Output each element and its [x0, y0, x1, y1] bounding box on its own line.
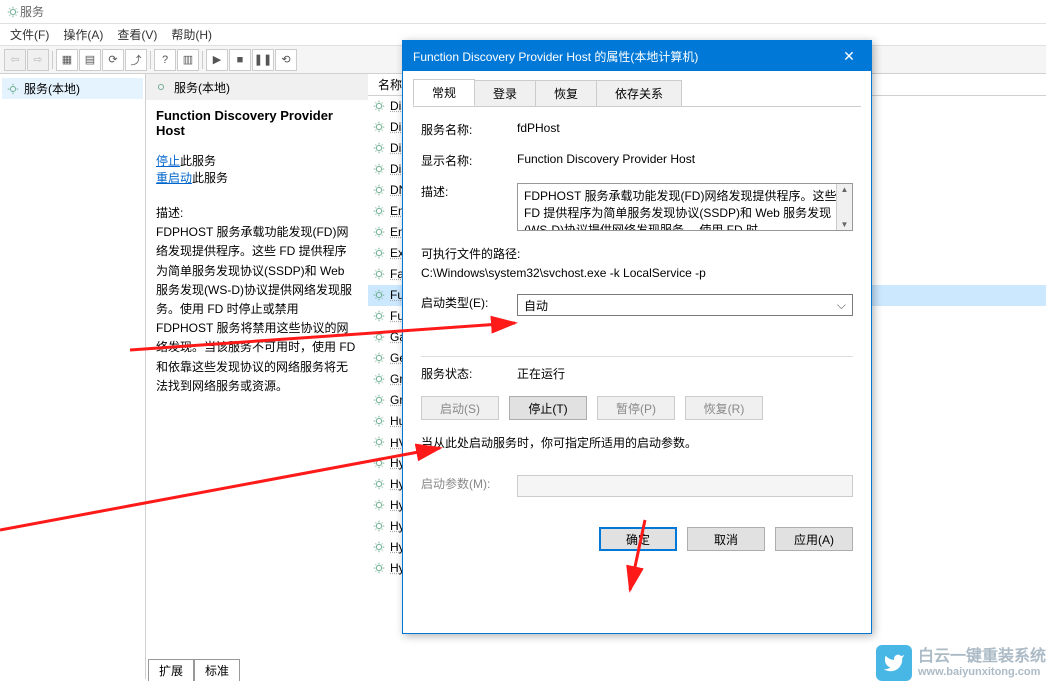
- gear-icon: [372, 435, 386, 449]
- help-button[interactable]: ?: [154, 49, 176, 71]
- gear-icon: [372, 99, 386, 113]
- gear-icon: [372, 414, 386, 428]
- gear-icon: [372, 351, 386, 365]
- tab-recovery[interactable]: 恢复: [535, 80, 597, 107]
- start-params-label: 启动参数(M):: [421, 475, 517, 492]
- menu-help[interactable]: 帮助(H): [165, 24, 218, 45]
- service-status-value: 正在运行: [517, 365, 853, 382]
- window-title-bar: 服务: [0, 0, 1046, 24]
- play-button[interactable]: ▶: [206, 49, 228, 71]
- gear-icon: [372, 477, 386, 491]
- exe-path-value: C:\Windows\system32\svchost.exe -k Local…: [421, 266, 853, 280]
- gear-icon: [372, 561, 386, 575]
- properties-dialog: Function Discovery Provider Host 的属性(本地计…: [402, 40, 872, 634]
- watermark: 白云一键重装系统 www.baiyunxitong.com: [876, 645, 1046, 681]
- pause-button: 暂停(P): [597, 396, 675, 420]
- gear-icon: [372, 204, 386, 218]
- gear-icon: [372, 498, 386, 512]
- gear-icon: [372, 183, 386, 197]
- menu-view[interactable]: 查看(V): [111, 24, 163, 45]
- cancel-button[interactable]: 取消: [687, 527, 765, 551]
- ok-button[interactable]: 确定: [599, 527, 677, 551]
- gear-icon: [372, 162, 386, 176]
- detail-panel: 服务(本地) Function Discovery Provider Host …: [146, 74, 368, 679]
- tab-general[interactable]: 常规: [413, 79, 475, 106]
- service-name-value: fdPHost: [517, 121, 853, 135]
- start-params-input: [517, 475, 853, 497]
- gear-icon: [372, 540, 386, 554]
- display-name-value: Function Discovery Provider Host: [517, 152, 853, 166]
- stop-service-link[interactable]: 停止: [156, 154, 180, 168]
- gear-icon: [372, 330, 386, 344]
- export-button[interactable]: ⤴: [125, 49, 147, 71]
- desc-label: 描述:: [421, 183, 517, 200]
- tree-panel: 服务(本地): [0, 74, 146, 679]
- detail-service-name: Function Discovery Provider Host: [156, 108, 358, 138]
- gear-icon: [372, 456, 386, 470]
- exe-path-label: 可执行文件的路径:: [421, 245, 853, 262]
- tree-item-label: 服务(本地): [24, 80, 80, 97]
- window-title: 服务: [20, 3, 44, 20]
- toolbar-btn-1[interactable]: ▦: [56, 49, 78, 71]
- tab-dependencies[interactable]: 依存关系: [596, 80, 682, 107]
- menu-action[interactable]: 操作(A): [57, 24, 109, 45]
- stop-button[interactable]: ■: [229, 49, 251, 71]
- close-icon[interactable]: ✕: [837, 48, 861, 65]
- toolbar-btn-3[interactable]: ▥: [177, 49, 199, 71]
- desc-label: 描述:: [156, 204, 358, 223]
- display-name-label: 显示名称:: [421, 152, 517, 169]
- pause-button[interactable]: ❚❚: [252, 49, 274, 71]
- start-button: 启动(S): [421, 396, 499, 420]
- menu-file[interactable]: 文件(F): [4, 24, 55, 45]
- refresh-button[interactable]: ⟳: [102, 49, 124, 71]
- gear-icon: [372, 225, 386, 239]
- restart-service-link[interactable]: 重启动: [156, 171, 192, 185]
- description-box[interactable]: FDPHOST 服务承载功能发现(FD)网络发现提供程序。这些 FD 提供程序为…: [517, 183, 853, 231]
- gear-icon: [154, 80, 168, 94]
- apply-button[interactable]: 应用(A): [775, 527, 853, 551]
- gear-icon: [372, 309, 386, 323]
- gear-icon: [372, 372, 386, 386]
- panel-header-label: 服务(本地): [174, 79, 230, 96]
- services-app-icon: [6, 5, 20, 19]
- tree-item-services-local[interactable]: 服务(本地): [2, 78, 143, 99]
- desc-scrollbar[interactable]: [836, 184, 852, 230]
- startup-type-select[interactable]: 自动: [517, 294, 853, 316]
- tab-logon[interactable]: 登录: [474, 80, 536, 107]
- resume-button: 恢复(R): [685, 396, 763, 420]
- gear-icon: [372, 267, 386, 281]
- stop-button[interactable]: 停止(T): [509, 396, 587, 420]
- watermark-name: 白云一键重装系统: [918, 648, 1046, 666]
- watermark-logo-icon: [876, 645, 912, 681]
- gear-icon: [372, 519, 386, 533]
- desc-body: FDPHOST 服务承载功能发现(FD)网络发现提供程序。这些 FD 提供程序为…: [156, 223, 358, 396]
- forward-button: ⇨: [27, 49, 49, 71]
- back-button: ⇦: [4, 49, 26, 71]
- dialog-title-bar[interactable]: Function Discovery Provider Host 的属性(本地计…: [403, 41, 871, 71]
- service-name-label: 服务名称:: [421, 121, 517, 138]
- gear-icon: [372, 246, 386, 260]
- tab-extended[interactable]: 扩展: [148, 659, 194, 681]
- gear-icon: [372, 288, 386, 302]
- tab-standard[interactable]: 标准: [194, 659, 240, 681]
- start-hint-text: 当从此处启动服务时，你可指定所适用的启动参数。: [421, 434, 853, 451]
- gear-icon: [372, 141, 386, 155]
- service-status-label: 服务状态:: [421, 365, 517, 382]
- dialog-title-text: Function Discovery Provider Host 的属性(本地计…: [413, 48, 698, 65]
- startup-type-label: 启动类型(E):: [421, 294, 517, 311]
- toolbar-btn-2[interactable]: ▤: [79, 49, 101, 71]
- gear-icon: [6, 82, 20, 96]
- gear-icon: [372, 393, 386, 407]
- watermark-url: www.baiyunxitong.com: [918, 666, 1046, 678]
- restart-button[interactable]: ⟲: [275, 49, 297, 71]
- gear-icon: [372, 120, 386, 134]
